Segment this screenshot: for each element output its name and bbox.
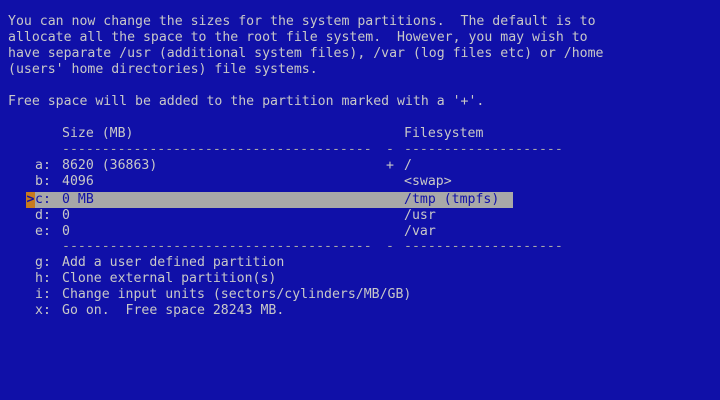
partition-size: 8620 (36863) [62,158,158,173]
partition-filesystem: /usr [404,208,436,223]
partition-key: e: [35,224,51,239]
partition-size: 0 [62,224,70,239]
free-space-note: Free space will be added to the partitio… [8,94,485,109]
separator-top-right: -------------------- [404,142,563,157]
partition-filesystem: /tmp (tmpfs) [404,192,500,207]
separator-top-left: --------------------------------------- [62,142,372,157]
partition-size: 0 [62,208,70,223]
option-key: g: [35,255,51,270]
partition-size: 4096 [62,174,94,189]
size-column-header: Size (MB) [62,126,134,141]
option-label: Change input units (sectors/cylinders/MB… [62,287,412,302]
intro-line-2: allocate all the space to the root file … [8,30,588,45]
partition-filesystem: /var [404,224,436,239]
partition-key: c: [35,192,51,207]
partition-key: a: [35,158,51,173]
intro-line-1: You can now change the sizes for the sys… [8,14,596,29]
partition-filesystem: / [404,158,412,173]
option-label: Add a user defined partition [62,255,285,270]
intro-line-3: have separate /usr (additional system fi… [8,46,604,61]
option-label: Clone external partition(s) [62,271,277,286]
partition-key: d: [35,208,51,223]
partition-filesystem: <swap> [404,174,452,189]
intro-line-4: (users' home directories) file systems. [8,62,318,77]
partition-key: b: [35,174,51,189]
filesystem-column-header: Filesystem [404,126,484,141]
partition-row-selected[interactable]: c: 0 MB /tmp (tmpfs) [26,192,513,208]
partition-size-screen: You can now change the sizes for the sys… [0,0,720,400]
separator-bottom-mid: - [386,239,394,254]
option-key: x: [35,303,51,318]
option-label: Go on. Free space 28243 MB. [62,303,285,318]
option-key: h: [35,271,51,286]
option-key: i: [35,287,51,302]
selection-cursor-icon: > [26,192,35,208]
separator-bottom-left: --------------------------------------- [62,239,372,254]
partition-size: 0 MB [62,192,94,207]
separator-top-mid: - [386,142,394,157]
free-space-marker: + [386,158,394,173]
separator-bottom-right: -------------------- [404,239,563,254]
